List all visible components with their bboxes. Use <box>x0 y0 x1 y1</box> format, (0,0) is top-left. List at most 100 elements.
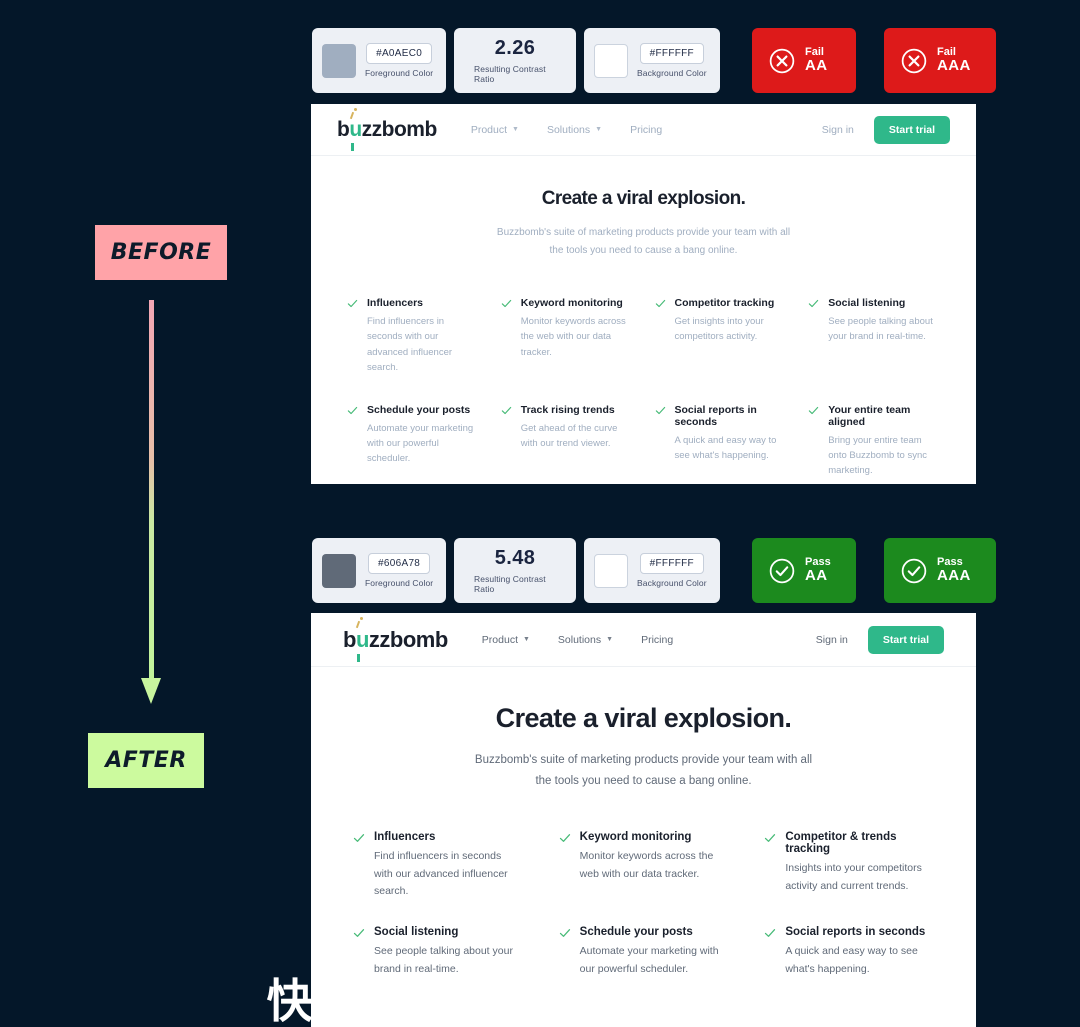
background-caption: Background Color <box>637 578 707 588</box>
nav-item-product[interactable]: Product ▼ <box>471 124 519 136</box>
circle-check-icon <box>901 558 927 583</box>
arrow-head-icon <box>141 678 161 704</box>
start-trial-button[interactable]: Start trial <box>867 625 944 654</box>
after-feature-grid: Influencers Find influencers in seconds … <box>311 791 976 978</box>
before-badge-aaa: Fail AAA <box>884 28 996 93</box>
feature-desc: A quick and easy way to see what's happe… <box>674 434 777 461</box>
background-swatch[interactable] <box>594 43 628 78</box>
feature-item: Track rising trends Get ahead of the cur… <box>501 404 633 479</box>
brand-logo[interactable]: buzzbomb <box>337 107 438 151</box>
nav-item-product[interactable]: Product ▼ <box>482 634 530 646</box>
page-root: BEFORE AFTER #A0AEC0 Foreground Color 2.… <box>0 0 1080 1027</box>
feature-title: Social reports in seconds <box>674 403 757 428</box>
after-badge-aa: Pass AA <box>752 538 856 603</box>
feature-desc: Insights into your competitors activity … <box>785 862 922 892</box>
after-contrast-strip: #606A78 Foreground Color 5.48 Resulting … <box>312 538 996 603</box>
before-nav-links: Product ▼ Solutions ▼ Pricing <box>471 124 662 136</box>
nav-item-solutions[interactable]: Solutions ▼ <box>547 124 602 136</box>
before-badge-aa: Fail AA <box>752 28 856 93</box>
sign-in-link[interactable]: Sign in <box>822 124 854 136</box>
check-icon <box>353 929 365 938</box>
before-nav-actions: Sign in Start trial <box>822 115 950 144</box>
after-ratio-card: 5.48 Resulting Contrast Ratio <box>454 538 576 603</box>
feature-item: Your entire team aligned Bring your enti… <box>808 404 940 479</box>
nav-label: Product <box>481 633 518 646</box>
logo-stand-icon <box>357 653 360 662</box>
after-navbar: buzzbomb Product ▼ Solutions ▼ Pricing S… <box>311 613 976 667</box>
logo-stand-icon <box>351 142 354 151</box>
feature-item: Keyword monitoring Monitor keywords acro… <box>501 297 633 376</box>
feature-item: Schedule your posts Automate your market… <box>347 404 479 479</box>
badge-level: AAA <box>937 567 971 585</box>
feature-title: Schedule your posts <box>367 403 471 416</box>
feature-item: Social reports in seconds A quick and ea… <box>655 404 787 479</box>
foreground-hex-input[interactable]: #606A78 <box>368 553 431 574</box>
arrow-shaft <box>149 300 154 682</box>
foreground-caption: Foreground Color <box>365 578 434 588</box>
feature-title: Schedule your posts <box>579 926 693 939</box>
nav-label: Pricing <box>630 123 663 136</box>
check-icon <box>347 299 358 308</box>
spark-icon <box>360 616 363 620</box>
nav-label: Solutions <box>557 633 602 646</box>
circle-x-icon <box>769 48 795 73</box>
sign-in-link[interactable]: Sign in <box>816 634 848 646</box>
feature-title: Influencers <box>367 297 424 309</box>
background-swatch[interactable] <box>594 553 628 588</box>
feature-desc: Get insights into your competitors activ… <box>674 316 764 343</box>
before-after-arrow <box>138 300 166 712</box>
after-label: AFTER <box>88 733 204 788</box>
feature-desc: See people talking about your brand in r… <box>828 316 933 343</box>
feature-desc: Find influencers in seconds with our adv… <box>374 850 508 897</box>
check-icon <box>765 929 776 938</box>
background-hex-input[interactable]: #FFFFFF <box>639 553 704 574</box>
before-navbar: buzzbomb Product ▼ Solutions ▼ Pricing S… <box>311 104 976 156</box>
before-hero: Create a viral explosion. Buzzbomb's sui… <box>311 156 976 259</box>
contrast-ratio-caption: Resulting Contrast Ratio <box>474 574 546 594</box>
feature-title: Your entire team aligned <box>828 403 911 428</box>
foreground-caption: Foreground Color <box>365 68 434 78</box>
badge-level: AAA <box>937 57 971 75</box>
hero-subheading: Buzzbomb's suite of marketing products p… <box>474 754 813 787</box>
feature-title: Social listening <box>374 926 459 939</box>
before-foreground-card: #A0AEC0 Foreground Color <box>312 28 446 93</box>
feature-desc: Automate your marketing with our powerfu… <box>367 422 474 465</box>
nav-item-pricing[interactable]: Pricing <box>641 634 673 646</box>
before-ratio-card: 2.26 Resulting Contrast Ratio <box>454 28 576 93</box>
nav-item-solutions[interactable]: Solutions ▼ <box>558 634 613 646</box>
brand-logo[interactable]: buzzbomb <box>343 616 448 662</box>
after-hero: Create a viral explosion. Buzzbomb's sui… <box>311 667 976 791</box>
feature-item: Influencers Find influencers in seconds … <box>347 297 479 376</box>
feature-title: Competitor tracking <box>674 297 775 309</box>
before-feature-grid: Influencers Find influencers in seconds … <box>311 259 976 479</box>
brand-logo-text: zzbomb <box>361 117 438 141</box>
chevron-down-icon: ▼ <box>522 636 530 643</box>
nav-label: Solutions <box>546 123 591 136</box>
after-background-card: #FFFFFF Background Color <box>584 538 720 603</box>
check-icon <box>809 406 819 414</box>
after-nav-actions: Sign in Start trial <box>816 625 944 654</box>
start-trial-button[interactable]: Start trial <box>873 115 950 144</box>
check-icon <box>559 929 570 938</box>
nav-label: Pricing <box>641 633 674 646</box>
check-icon <box>353 834 365 843</box>
nav-item-pricing[interactable]: Pricing <box>630 124 662 136</box>
hero-heading: Create a viral explosion. <box>495 703 792 733</box>
feature-desc: Monitor keywords across the web with our… <box>520 316 626 358</box>
contrast-ratio-caption: Resulting Contrast Ratio <box>474 64 546 84</box>
foreground-swatch[interactable] <box>322 553 356 588</box>
feature-item: Competitor & trends tracking Insights in… <box>764 831 934 900</box>
foreground-swatch[interactable] <box>322 43 356 78</box>
badge-level: AA <box>805 57 828 75</box>
circle-x-icon <box>901 48 927 73</box>
chevron-down-icon: ▼ <box>595 126 603 133</box>
feature-title: Keyword monitoring <box>579 831 692 844</box>
after-badge-aaa: Pass AAA <box>884 538 996 603</box>
hero-heading: Create a viral explosion. <box>541 188 746 209</box>
brand-logo-text: zzbomb <box>368 626 448 652</box>
background-hex-input[interactable]: #FFFFFF <box>639 43 704 64</box>
feature-title: Influencers <box>374 831 436 844</box>
before-label: BEFORE <box>95 225 227 280</box>
foreground-hex-input[interactable]: #A0AEC0 <box>366 43 433 64</box>
feature-item: Keyword monitoring Monitor keywords acro… <box>559 831 729 900</box>
